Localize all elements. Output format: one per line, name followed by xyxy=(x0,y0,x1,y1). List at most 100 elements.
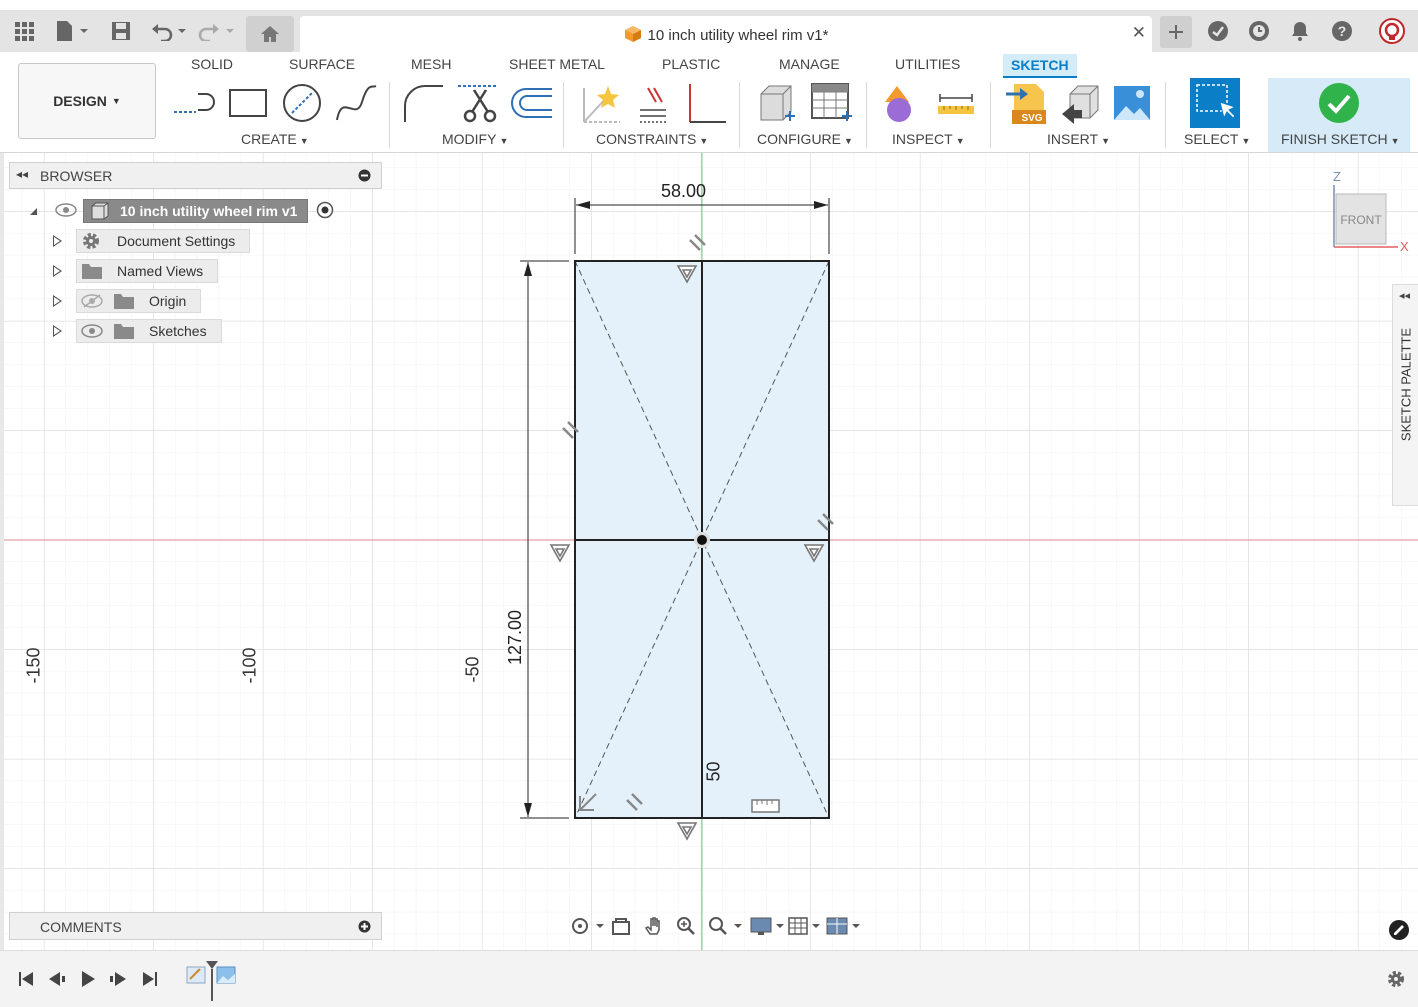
comments-label: COMMENTS xyxy=(40,919,122,935)
step-forward-icon[interactable] xyxy=(109,970,127,993)
go-to-start-icon[interactable] xyxy=(18,970,34,993)
expand-arrow-icon[interactable] xyxy=(53,235,62,247)
select-menu[interactable]: SELECT ▼ xyxy=(1184,131,1250,147)
timeline-settings-gear-icon[interactable] xyxy=(1386,969,1406,994)
grid-settings-icon[interactable] xyxy=(788,916,822,936)
horizontal-constraint-glyph[interactable] xyxy=(751,799,780,813)
browser-collapse-icon[interactable] xyxy=(358,169,371,187)
go-to-end-icon[interactable] xyxy=(142,970,158,993)
expand-arrow-icon[interactable] xyxy=(53,265,62,277)
modify-menu[interactable]: MODIFY ▼ xyxy=(442,131,508,147)
orbit-icon[interactable] xyxy=(570,916,604,936)
coincident-constraint-icon[interactable] xyxy=(578,82,622,129)
tab-plastic[interactable]: PLASTIC xyxy=(662,56,720,76)
text-commands-icon[interactable] xyxy=(1388,919,1410,946)
timeline-canvas-feature-icon[interactable] xyxy=(216,963,236,990)
tab-mesh[interactable]: MESH xyxy=(411,56,451,76)
user-avatar[interactable] xyxy=(1378,18,1406,44)
browser-item-named-views[interactable]: Named Views xyxy=(53,258,219,284)
configuration-table-icon[interactable] xyxy=(810,82,852,129)
rectangle-tool-icon[interactable] xyxy=(228,88,268,123)
fillet-tool-icon[interactable] xyxy=(401,82,445,129)
insert-canvas-icon[interactable] xyxy=(1112,84,1152,127)
configure-model-icon[interactable] xyxy=(755,82,797,129)
file-menu-icon[interactable] xyxy=(54,18,90,44)
close-tab-icon[interactable]: ✕ xyxy=(1132,23,1146,43)
notifications-bell-icon[interactable] xyxy=(1289,18,1311,44)
width-dimension-value[interactable]: 58.00 xyxy=(661,181,706,202)
root-component-chip[interactable]: 10 inch utility wheel rim v1 xyxy=(83,199,309,223)
tab-solid[interactable]: SOLID xyxy=(191,56,233,76)
add-comment-icon[interactable] xyxy=(358,920,371,938)
extensions-icon[interactable] xyxy=(1206,18,1230,44)
insert-svg-icon[interactable]: SVG xyxy=(1004,82,1048,131)
comments-panel-header[interactable]: COMMENTS xyxy=(9,912,382,940)
finish-sketch-check-icon[interactable] xyxy=(1318,82,1360,129)
workspace-switcher-button[interactable]: DESIGN ▼ xyxy=(18,63,156,139)
eye-icon[interactable] xyxy=(55,202,77,220)
trim-tool-icon[interactable] xyxy=(456,82,500,129)
collapse-panel-icon[interactable]: ◂◂ xyxy=(16,167,28,181)
tab-sketch[interactable]: SKETCH xyxy=(1003,54,1077,78)
document-tab[interactable]: 10 inch utility wheel rim v1* ✕ xyxy=(300,16,1152,52)
tab-manage[interactable]: MANAGE xyxy=(779,56,840,76)
new-tab-icon[interactable] xyxy=(1160,16,1192,48)
save-icon[interactable] xyxy=(110,18,132,44)
browser-item-sketches[interactable]: Sketches xyxy=(53,318,222,344)
redo-icon[interactable] xyxy=(198,18,238,44)
browser-root-row[interactable]: 10 inch utility wheel rim v1 xyxy=(30,198,334,224)
viewcube[interactable]: Z X FRONT xyxy=(1326,167,1410,257)
line-tool-icon[interactable] xyxy=(172,84,218,125)
sketches-chip[interactable]: Sketches xyxy=(76,319,222,343)
parallel-constraint-icon[interactable] xyxy=(636,82,670,129)
display-settings-icon[interactable] xyxy=(750,916,784,936)
timeline-sketch-feature-icon[interactable] xyxy=(186,963,206,990)
expand-arrow-icon[interactable] xyxy=(53,325,62,337)
measure-tool-icon[interactable] xyxy=(936,90,976,121)
home-icon[interactable] xyxy=(246,16,294,52)
origin-chip[interactable]: Origin xyxy=(76,289,202,313)
tab-sheet-metal[interactable]: SHEET METAL xyxy=(509,56,605,76)
constraints-menu[interactable]: CONSTRAINTS ▼ xyxy=(596,131,708,147)
fit-zoom-icon[interactable] xyxy=(708,916,742,936)
named-views-chip[interactable]: Named Views xyxy=(76,259,219,283)
select-tool-icon[interactable] xyxy=(1190,78,1240,133)
step-back-icon[interactable] xyxy=(48,970,66,993)
job-status-icon[interactable] xyxy=(1247,18,1271,44)
display-component-colors-icon[interactable] xyxy=(881,82,923,129)
eye-hidden-icon[interactable] xyxy=(81,294,103,308)
expand-arrow-icon[interactable] xyxy=(53,295,62,307)
eye-icon[interactable] xyxy=(81,324,103,338)
insert-menu[interactable]: INSERT ▼ xyxy=(1047,131,1110,147)
zoom-icon[interactable] xyxy=(676,916,696,936)
expand-palette-icon[interactable]: ◂◂ xyxy=(1399,289,1410,302)
expanded-arrow-icon[interactable] xyxy=(30,207,37,215)
document-settings-chip[interactable]: Document Settings xyxy=(76,229,251,253)
tab-utilities[interactable]: UTILITIES xyxy=(895,56,960,76)
insert-label: INSERT xyxy=(1047,131,1099,147)
insert-dxf-icon[interactable] xyxy=(1060,84,1100,129)
browser-panel-header[interactable]: ◂◂ BROWSER xyxy=(9,162,382,189)
play-icon[interactable] xyxy=(80,970,96,993)
activate-radio-icon[interactable] xyxy=(316,201,334,222)
look-at-icon[interactable] xyxy=(612,916,630,936)
circle-tool-icon[interactable] xyxy=(281,82,323,129)
height-dimension-value[interactable]: 127.00 xyxy=(505,610,526,665)
inspect-menu[interactable]: INSPECT ▼ xyxy=(892,131,965,147)
apps-grid-icon[interactable] xyxy=(12,18,36,44)
help-icon[interactable]: ? xyxy=(1330,18,1354,44)
finish-sketch-menu[interactable]: FINISH SKETCH ▼ xyxy=(1281,131,1400,147)
perpendicular-constraint-icon[interactable] xyxy=(684,82,728,129)
spline-tool-icon[interactable] xyxy=(334,82,378,129)
offset-tool-icon[interactable] xyxy=(510,86,554,125)
tab-surface[interactable]: SURFACE xyxy=(289,56,355,76)
configure-menu[interactable]: CONFIGURE ▼ xyxy=(757,131,853,147)
create-menu[interactable]: CREATE ▼ xyxy=(241,131,309,147)
undo-icon[interactable] xyxy=(150,18,190,44)
browser-item-document-settings[interactable]: Document Settings xyxy=(53,228,251,254)
origin-point[interactable] xyxy=(697,535,707,545)
pan-hand-icon[interactable] xyxy=(644,916,664,936)
viewports-icon[interactable] xyxy=(826,916,860,936)
sketch-palette-tab[interactable]: ◂◂ SKETCH PALETTE xyxy=(1392,284,1418,506)
browser-item-origin[interactable]: Origin xyxy=(53,288,202,314)
